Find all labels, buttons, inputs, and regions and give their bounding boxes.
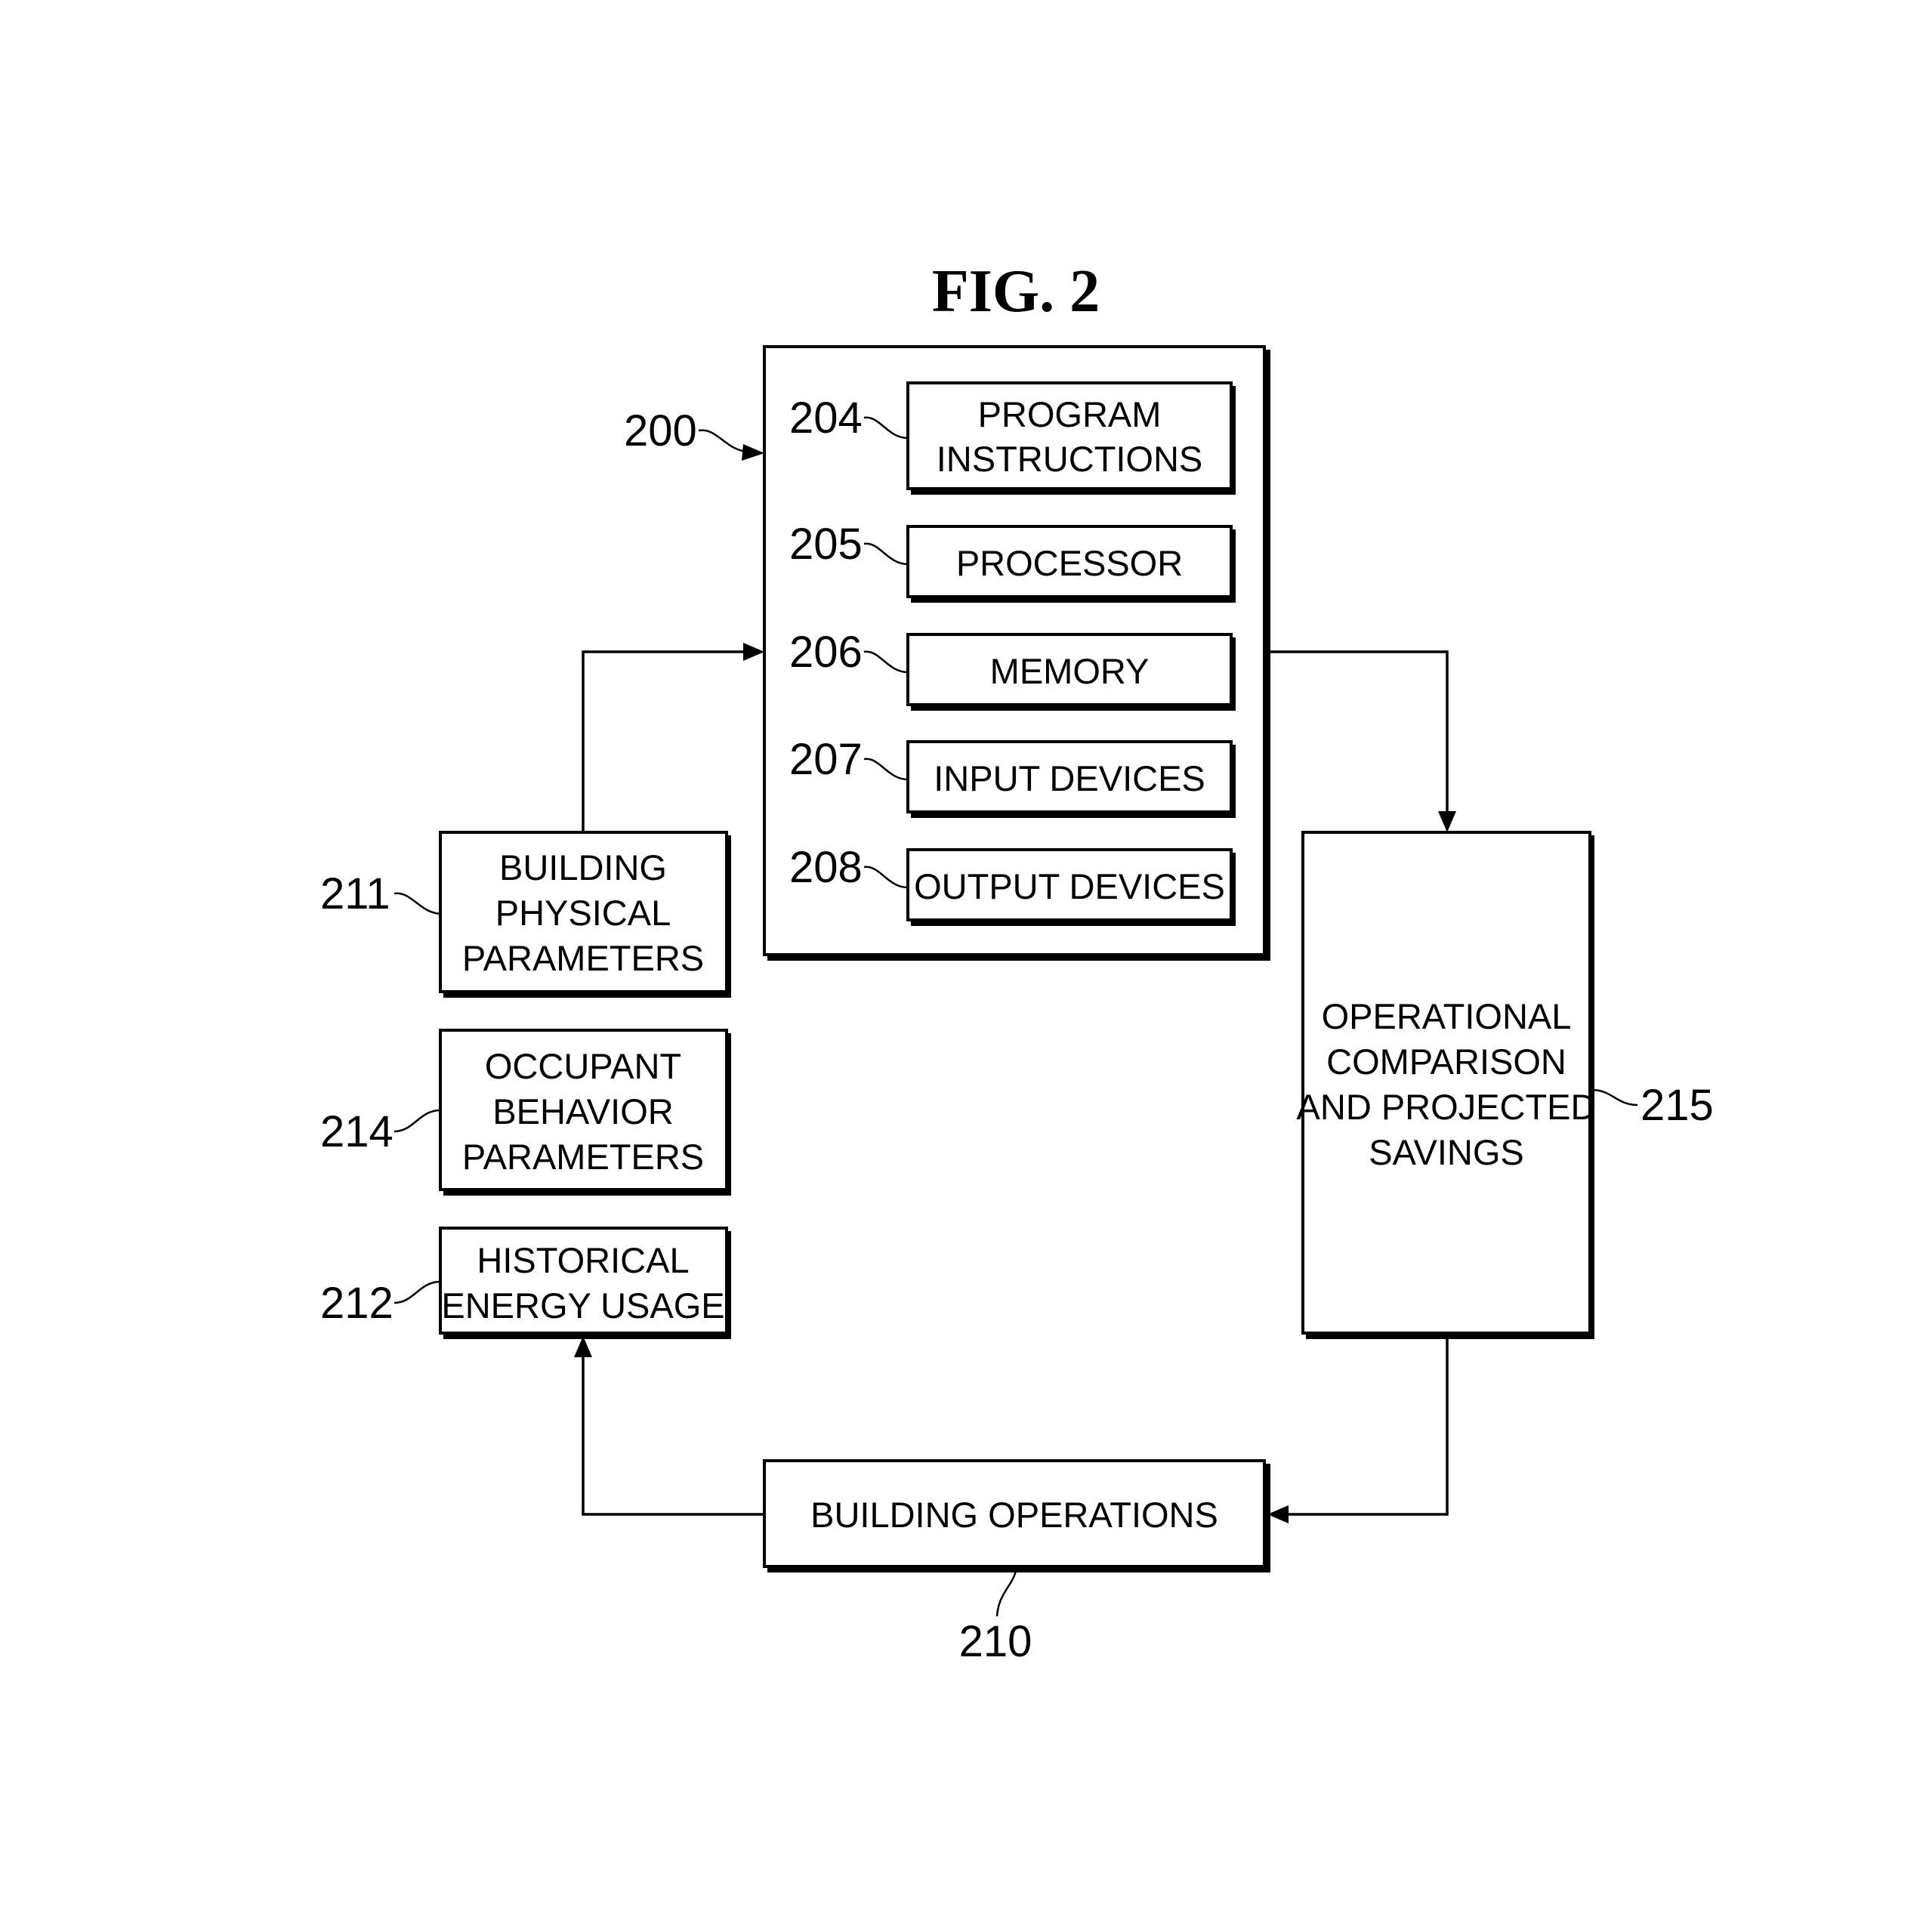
input-label-214-line1: OCCUPANT: [485, 1046, 681, 1086]
input-label-211-line1: BUILDING: [499, 847, 667, 887]
operations-box-210: BUILDING OPERATIONS: [763, 1459, 1270, 1572]
comparison-label-line4: SAVINGS: [1369, 1132, 1523, 1172]
leader-210: [995, 1570, 1017, 1617]
ref-208: 208: [789, 843, 863, 892]
arrowhead-200: [742, 444, 764, 461]
ref-206: 206: [789, 628, 863, 677]
component-label-204-line2: INSTRUCTIONS: [937, 439, 1203, 479]
ref-200: 200: [624, 406, 697, 455]
comparison-label-line2: COMPARISON: [1326, 1042, 1566, 1082]
ref-215: 215: [1640, 1081, 1714, 1130]
input-box-212: HISTORICAL ENERGY USAGE: [439, 1227, 731, 1339]
component-label-205: PROCESSOR: [956, 543, 1183, 583]
comparison-label-line3: AND PROJECTED: [1297, 1087, 1597, 1127]
leader-214: [394, 1109, 441, 1133]
component-label-206: MEMORY: [990, 651, 1150, 691]
input-label-211-line3: PARAMETERS: [462, 938, 704, 978]
comparison-label-line1: OPERATIONAL: [1322, 996, 1572, 1036]
component-box-206: MEMORY: [906, 633, 1236, 711]
component-label-207: INPUT DEVICES: [934, 758, 1205, 798]
leader-211: [394, 892, 441, 915]
arrowhead-into-210: [1267, 1505, 1289, 1523]
connector-200-to-215: [1267, 650, 1449, 816]
comparison-box-215: OPERATIONAL COMPARISON AND PROJECTED SAV…: [1297, 831, 1597, 1339]
ref-212: 212: [320, 1279, 394, 1328]
input-label-214-line3: PARAMETERS: [462, 1137, 704, 1177]
component-label-204-line1: PROGRAM: [978, 394, 1162, 434]
figure-title: FIG. 2: [932, 258, 1100, 325]
ref-211: 211: [320, 869, 390, 918]
component-box-208: OUTPUT DEVICES: [906, 848, 1236, 926]
ref-214: 214: [320, 1107, 394, 1156]
ref-210: 210: [959, 1617, 1032, 1666]
arrowhead-into-215: [1438, 811, 1456, 832]
input-label-214-line2: BEHAVIOR: [492, 1091, 673, 1131]
component-box-205: PROCESSOR: [906, 525, 1236, 603]
input-label-211-line2: PHYSICAL: [495, 893, 671, 933]
leader-212: [394, 1280, 441, 1304]
component-box-204: PROGRAM INSTRUCTIONS: [906, 381, 1236, 495]
arrowhead-into-200: [743, 643, 764, 661]
component-box-207: INPUT DEVICES: [906, 740, 1236, 818]
leader-200: [698, 429, 748, 453]
connector-211-to-200: [582, 650, 748, 832]
arrowhead-into-212: [574, 1336, 592, 1357]
connector-210-to-212: [582, 1356, 764, 1516]
input-box-214: OCCUPANT BEHAVIOR PARAMETERS: [439, 1029, 731, 1196]
ref-205: 205: [789, 520, 863, 569]
ref-204: 204: [789, 393, 863, 443]
input-label-212-line1: HISTORICAL: [477, 1240, 689, 1280]
connector-215-to-210: [1284, 1336, 1449, 1516]
operations-label: BUILDING OPERATIONS: [810, 1495, 1218, 1535]
flow-diagram: FIG. 2 PROGRAM INSTRUCTIONS PROCESSOR ME…: [320, 258, 1714, 1666]
input-label-212-line2: ENERGY USAGE: [441, 1285, 724, 1326]
component-label-208: OUTPUT DEVICES: [914, 866, 1225, 906]
input-box-211: BUILDING PHYSICAL PARAMETERS: [439, 831, 731, 998]
leader-215: [1591, 1088, 1638, 1106]
ref-207: 207: [789, 735, 863, 784]
